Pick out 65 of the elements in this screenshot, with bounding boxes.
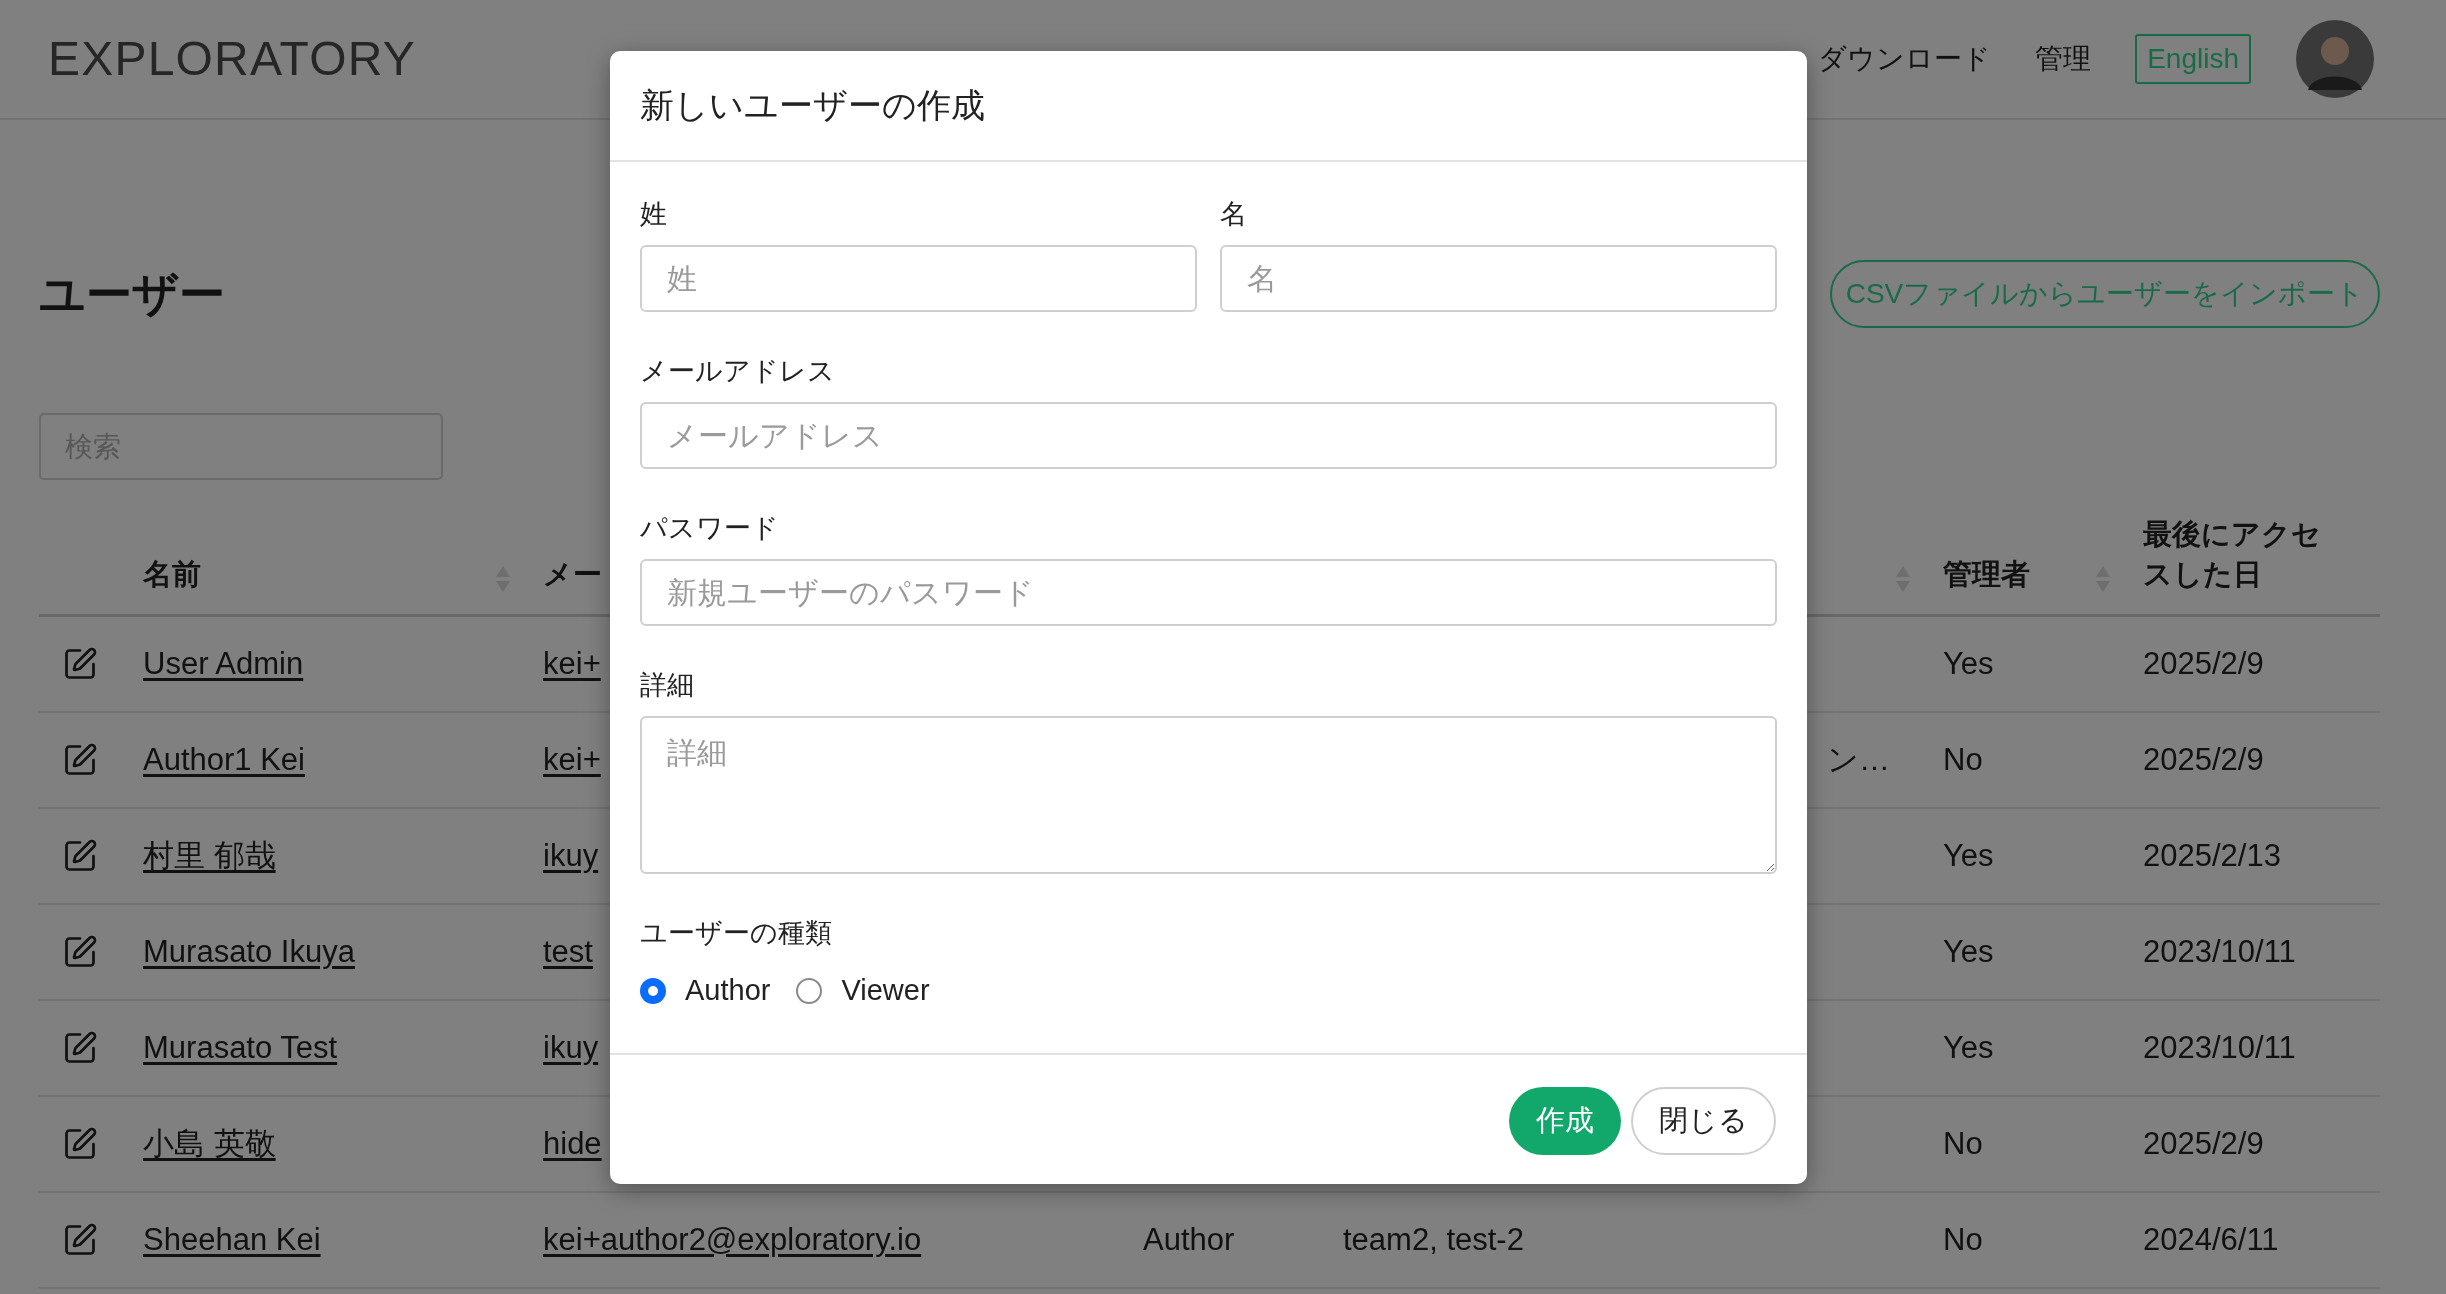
radio-button[interactable] — [640, 978, 666, 1004]
field-label: 姓 — [640, 198, 668, 231]
input-field[interactable]: 姓 — [640, 245, 1197, 312]
user-name-link[interactable]: 小島 英敬 — [143, 1125, 276, 1161]
user-type-cell: Author — [1143, 1221, 1235, 1257]
edit-icon[interactable] — [62, 934, 98, 970]
email-link[interactable]: ikuy — [543, 837, 599, 873]
email-link[interactable]: kei+author2@exploratory.io — [543, 1221, 922, 1257]
radio-label: Viewer — [841, 973, 930, 1009]
field-label: ユーザーの種類 — [640, 917, 833, 950]
last-access-cell: 2025/2/9 — [2143, 1125, 2264, 1161]
field-label: メールアドレス — [640, 355, 836, 388]
input-field[interactable]: 新規ユーザーのパスワード — [640, 559, 1777, 626]
field-label: パスワード — [640, 512, 780, 545]
nav-link[interactable]: ダウンロード — [1818, 38, 1992, 80]
edit-icon[interactable] — [62, 1030, 98, 1066]
page-title: ユーザー — [39, 266, 225, 322]
user-name-link[interactable]: 村里 郁哉 — [143, 837, 276, 873]
team-cell-text: team2, test-2 — [1343, 1220, 1524, 1259]
admin-cell: No — [1943, 1125, 1983, 1161]
team-cell-text: ン… — [1827, 740, 1890, 779]
column-header: 名前 — [143, 557, 201, 592]
user-name-link[interactable]: Murasato Test — [143, 1029, 338, 1065]
field-label: 詳細 — [640, 669, 695, 702]
last-access-cell: 2024/6/11 — [2143, 1221, 2279, 1257]
input-field[interactable]: メールアドレス — [640, 402, 1777, 469]
user-name-link[interactable]: Sheehan Kei — [143, 1221, 321, 1257]
email-link[interactable]: ikuy — [543, 1029, 599, 1065]
admin-cell: Yes — [1943, 837, 1994, 873]
edit-icon[interactable] — [62, 646, 98, 682]
radio-label: Author — [685, 973, 771, 1009]
close-button[interactable]: 閉じる — [1631, 1087, 1776, 1155]
edit-icon[interactable] — [62, 742, 98, 778]
email-link[interactable]: hide — [543, 1125, 602, 1161]
modal-title: 新しいユーザーの作成 — [640, 85, 985, 126]
column-header: メー — [543, 557, 602, 592]
last-access-cell: 2023/10/11 — [2143, 933, 2296, 969]
edit-icon[interactable] — [62, 1222, 98, 1258]
details-field[interactable]: 詳細 — [640, 716, 1777, 874]
last-access-cell: 2025/2/13 — [2143, 837, 2281, 873]
admin-cell: Yes — [1943, 645, 1994, 681]
edit-icon[interactable] — [62, 1126, 98, 1162]
email-link[interactable]: test — [543, 933, 593, 969]
email-link[interactable]: kei+ — [543, 645, 601, 681]
avatar-icon[interactable] — [2296, 20, 2374, 98]
edit-icon[interactable] — [62, 838, 98, 874]
last-access-cell: 2025/2/9 — [2143, 741, 2264, 777]
admin-cell: Yes — [1943, 933, 1994, 969]
input-field[interactable]: 名 — [1220, 245, 1777, 312]
column-header: 管理者 — [1943, 557, 2030, 592]
last-access-cell: 2023/10/11 — [2143, 1029, 2296, 1065]
email-link[interactable]: kei+ — [543, 741, 601, 777]
admin-cell: No — [1943, 741, 1983, 777]
column-header: 最後にアクセスした日 — [2143, 517, 2322, 592]
user-name-link[interactable]: Murasato Ikuya — [143, 933, 355, 969]
user-name-link[interactable]: Author1 Kei — [143, 741, 305, 777]
field-label: 名 — [1220, 198, 1248, 231]
admin-cell: Yes — [1943, 1029, 1994, 1065]
last-access-cell: 2025/2/9 — [2143, 645, 2264, 681]
user-name-link[interactable]: User Admin — [143, 645, 304, 681]
admin-cell: No — [1943, 1221, 1983, 1257]
logo[interactable]: EXPLORATORY — [48, 23, 416, 95]
create-button[interactable]: 作成 — [1509, 1087, 1621, 1155]
nav-link[interactable]: 管理 — [2035, 38, 2092, 80]
radio-button[interactable] — [796, 978, 823, 1004]
